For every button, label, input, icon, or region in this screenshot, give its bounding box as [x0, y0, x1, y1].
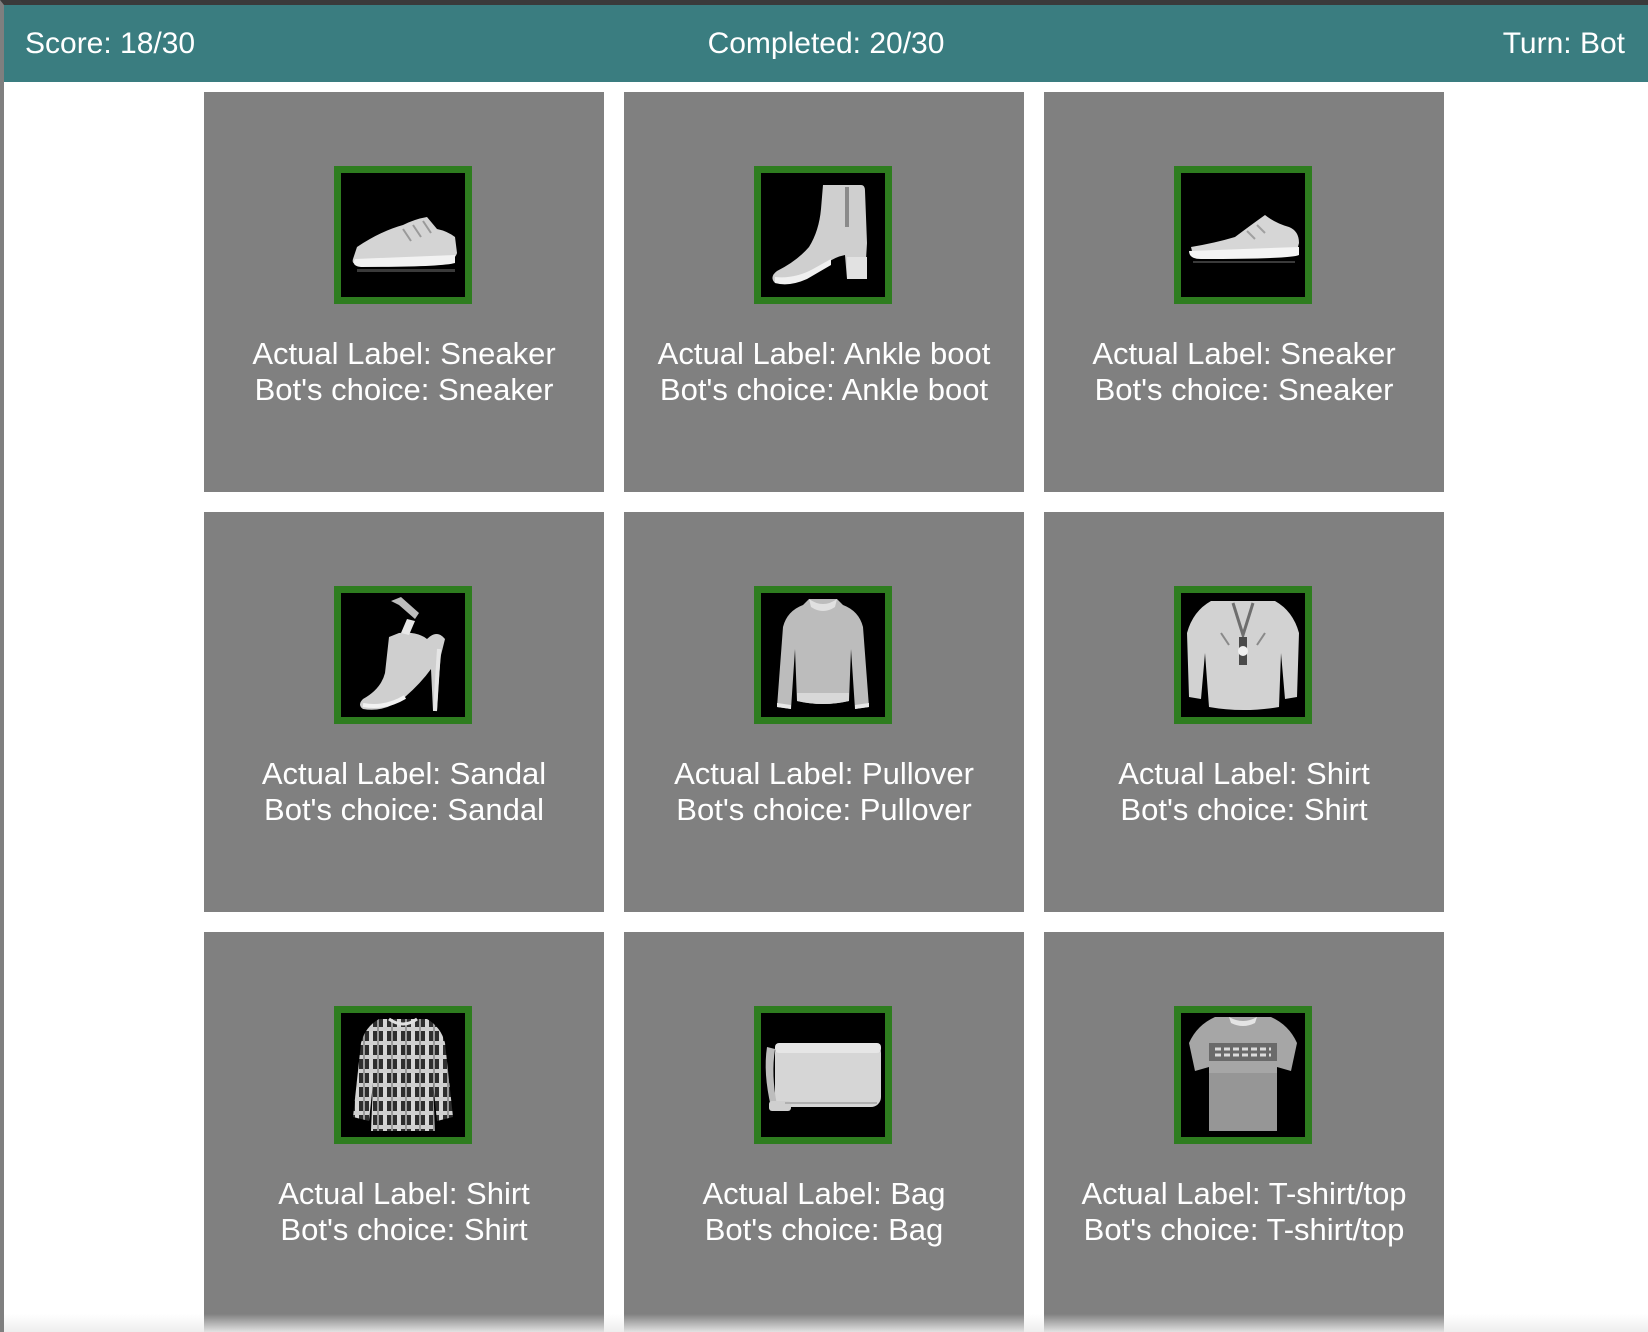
bot-choice: Bot's choice: Ankle boot: [659, 372, 989, 407]
sneaker-icon: [334, 166, 472, 304]
bot-choice: Bot's choice: Shirt: [280, 1212, 528, 1247]
card-5[interactable]: Actual Label: Pullover Bot's choice: Pul…: [624, 512, 1024, 912]
card-caption: Actual Label: Sneaker Bot's choice: Snea…: [204, 336, 604, 408]
card-caption: Actual Label: Bag Bot's choice: Bag: [624, 1176, 1024, 1248]
card-9[interactable]: Actual Label: T-shirt/top Bot's choice: …: [1044, 932, 1444, 1332]
card-caption: Actual Label: T-shirt/top Bot's choice: …: [1044, 1176, 1444, 1248]
card-4[interactable]: Actual Label: Sandal Bot's choice: Sanda…: [204, 512, 604, 912]
card-caption: Actual Label: Shirt Bot's choice: Shirt: [204, 1176, 604, 1248]
card-caption: Actual Label: Sandal Bot's choice: Sanda…: [204, 756, 604, 828]
card-caption: Actual Label: Pullover Bot's choice: Pul…: [624, 756, 1024, 828]
actual-label: Actual Label: Sneaker: [252, 336, 556, 371]
card-caption: Actual Label: Sneaker Bot's choice: Snea…: [1044, 336, 1444, 408]
actual-label: Actual Label: T-shirt/top: [1081, 1176, 1407, 1211]
bot-choice: Bot's choice: T-shirt/top: [1083, 1212, 1405, 1247]
actual-label: Actual Label: Bag: [702, 1176, 946, 1211]
card-caption: Actual Label: Shirt Bot's choice: Shirt: [1044, 756, 1444, 828]
card-2[interactable]: Actual Label: Ankle boot Bot's choice: A…: [624, 92, 1024, 492]
card-caption: Actual Label: Ankle boot Bot's choice: A…: [624, 336, 1024, 408]
plaid-shirt-icon: [334, 1006, 472, 1144]
bot-choice: Bot's choice: Bag: [704, 1212, 944, 1247]
game-window: Score: 18/30 Completed: 20/30 Turn: Bot …: [0, 0, 1648, 1332]
actual-label: Actual Label: Shirt: [278, 1176, 530, 1211]
card-3[interactable]: Actual Label: Sneaker Bot's choice: Snea…: [1044, 92, 1444, 492]
card-7[interactable]: Actual Label: Shirt Bot's choice: Shirt: [204, 932, 604, 1332]
card-6[interactable]: Actual Label: Shirt Bot's choice: Shirt: [1044, 512, 1444, 912]
card-1[interactable]: Actual Label: Sneaker Bot's choice: Snea…: [204, 92, 604, 492]
actual-label: Actual Label: Ankle boot: [657, 336, 991, 371]
tshirt-icon: [1174, 1006, 1312, 1144]
actual-label: Actual Label: Sneaker: [1092, 336, 1396, 371]
bottom-fade: [4, 1314, 1648, 1332]
actual-label: Actual Label: Shirt: [1118, 756, 1370, 791]
sandal-icon: [334, 586, 472, 724]
bot-choice: Bot's choice: Shirt: [1120, 792, 1368, 827]
bag-icon: [754, 1006, 892, 1144]
bot-choice: Bot's choice: Pullover: [676, 792, 972, 827]
status-bar: Score: 18/30 Completed: 20/30 Turn: Bot: [4, 5, 1648, 82]
actual-label: Actual Label: Pullover: [674, 756, 974, 791]
bot-choice: Bot's choice: Sandal: [264, 792, 544, 827]
shirt-icon: [1174, 586, 1312, 724]
card-8[interactable]: Actual Label: Bag Bot's choice: Bag: [624, 932, 1024, 1332]
turn-indicator: Turn: Bot: [1502, 27, 1625, 60]
bot-choice: Bot's choice: Sneaker: [254, 372, 554, 407]
card-grid: Actual Label: Sneaker Bot's choice: Snea…: [204, 92, 1448, 1332]
bot-choice: Bot's choice: Sneaker: [1094, 372, 1394, 407]
pullover-icon: [754, 586, 892, 724]
sneaker-icon: [1174, 166, 1312, 304]
completed-display: Completed: 20/30: [707, 27, 945, 60]
ankle-boot-icon: [754, 166, 892, 304]
actual-label: Actual Label: Sandal: [261, 756, 547, 791]
